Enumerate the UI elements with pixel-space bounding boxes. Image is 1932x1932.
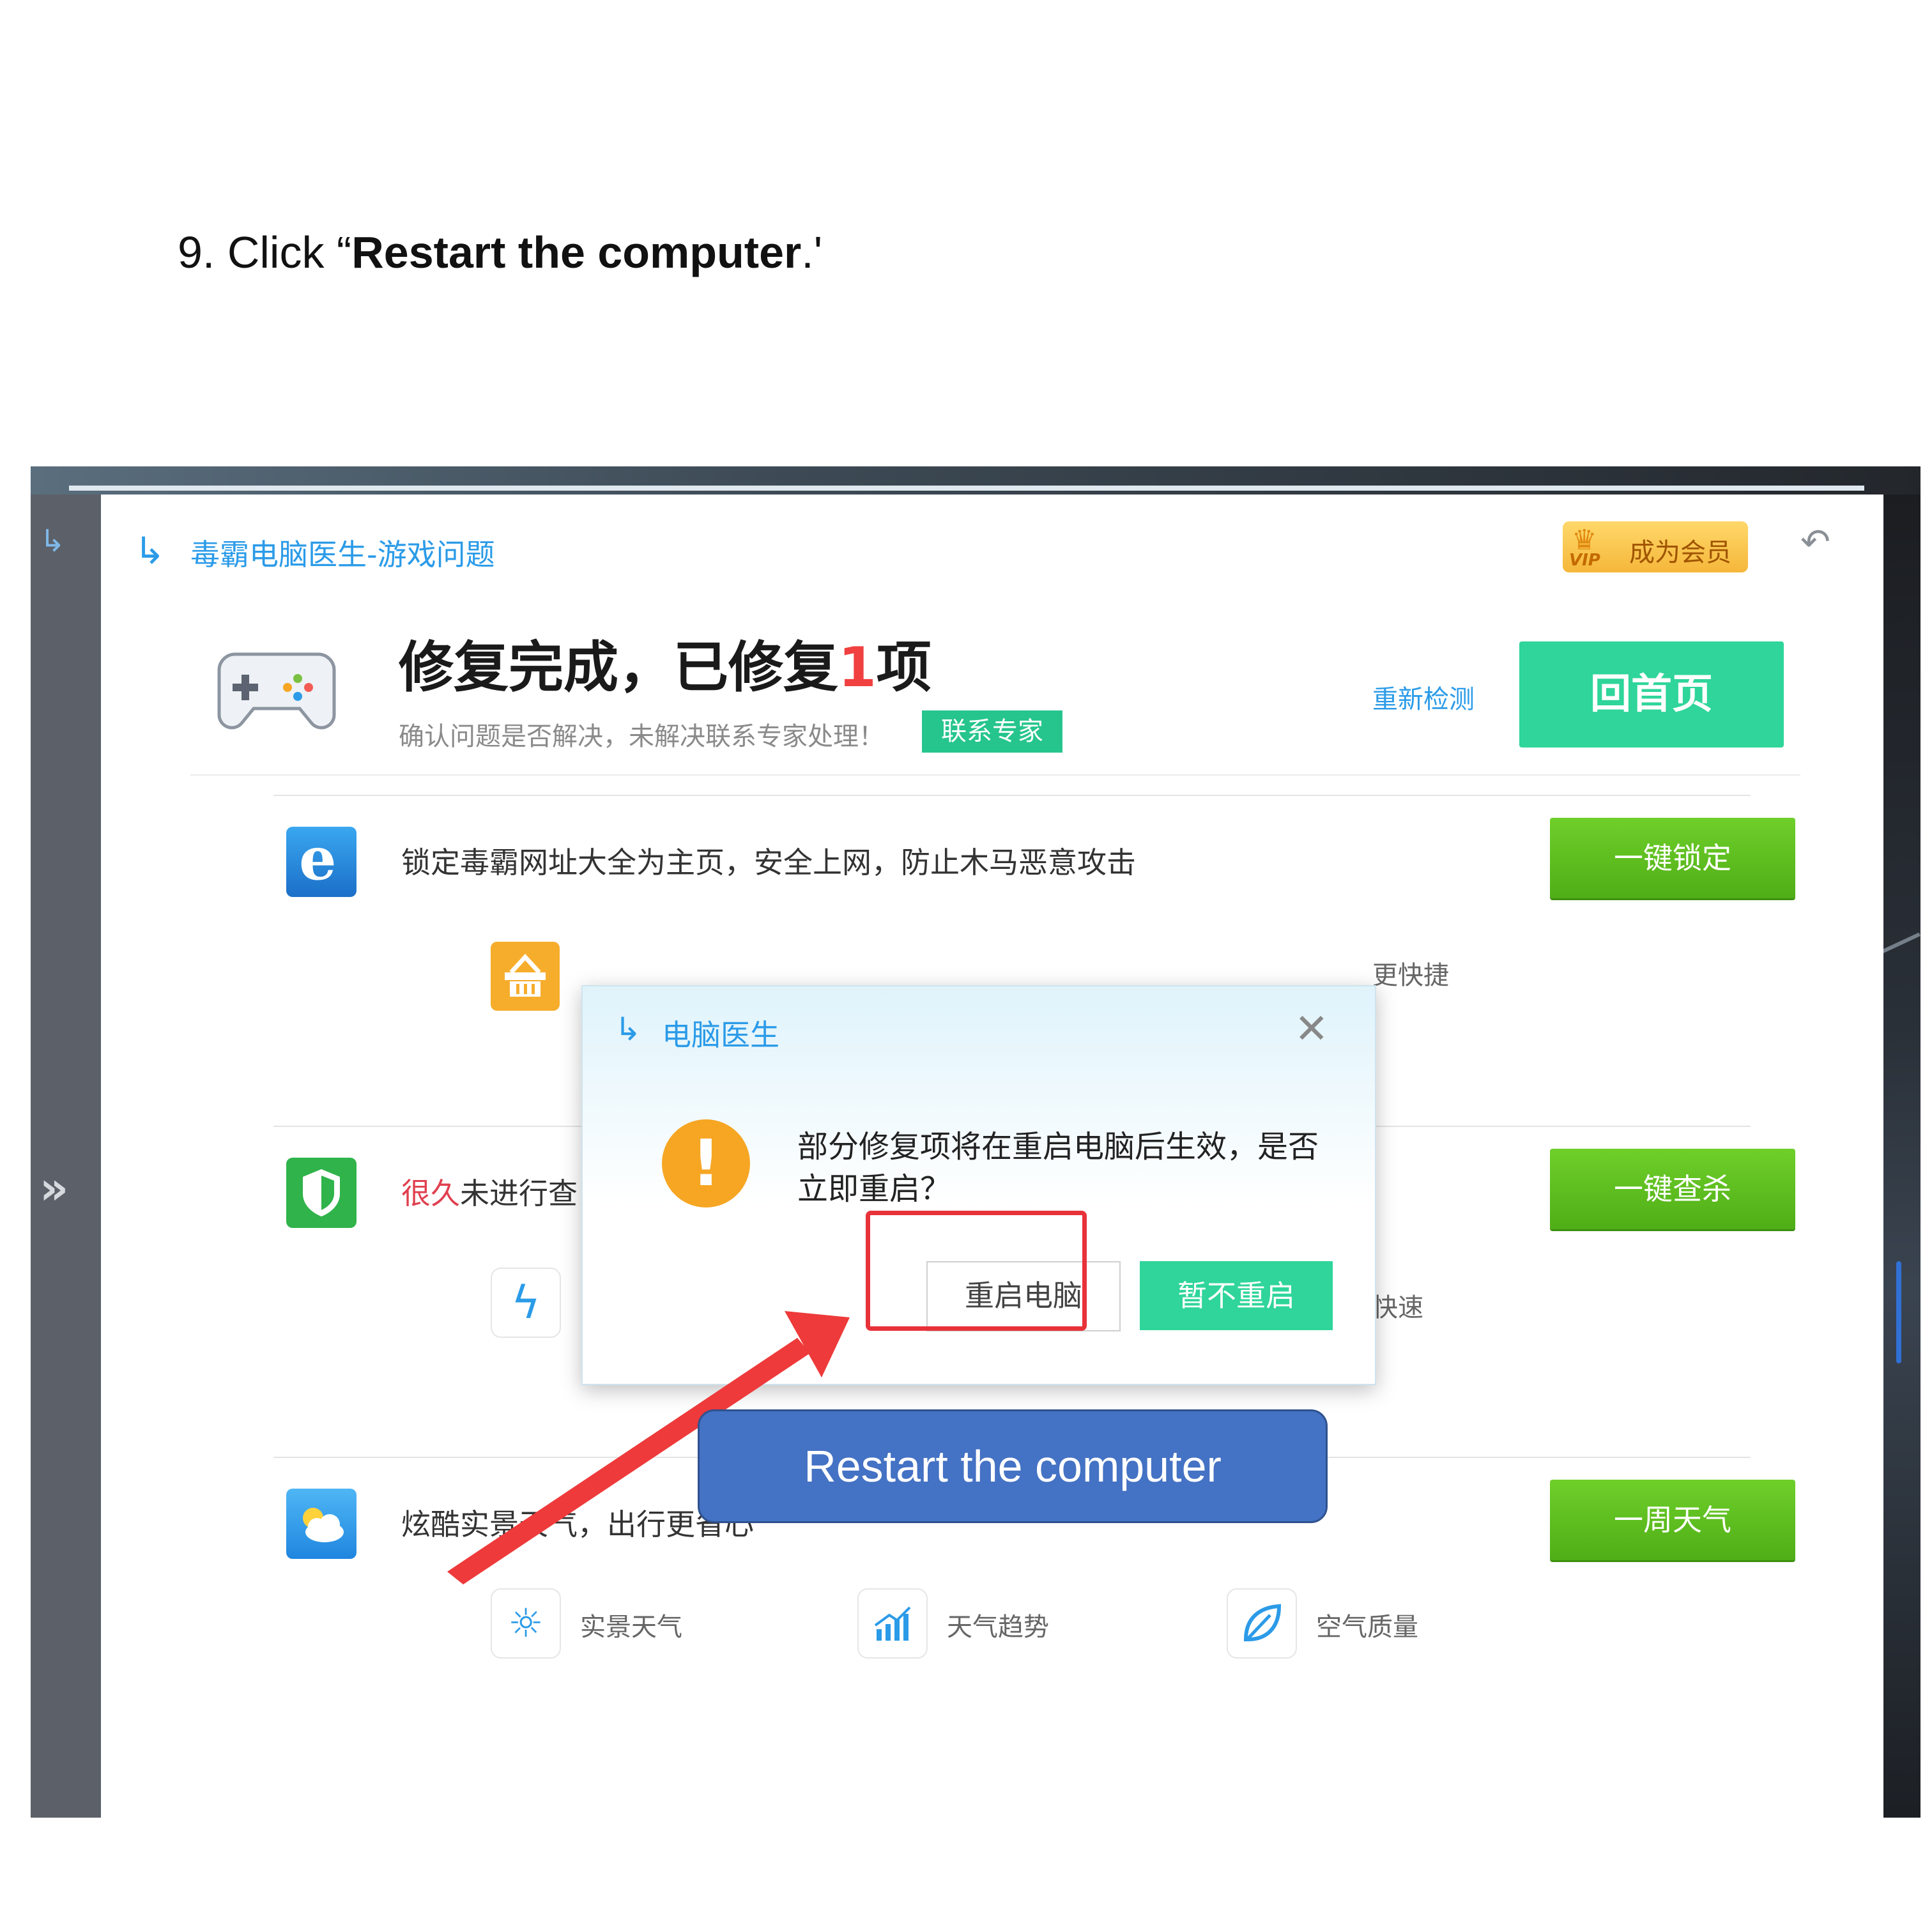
air-quality-label[interactable]: 空气质量	[1316, 1606, 1418, 1643]
expand-sidebar-icon[interactable]: »	[40, 1162, 68, 1215]
leaf-icon[interactable]	[1227, 1588, 1297, 1659]
weather-trend-label[interactable]: 天气趋势	[947, 1606, 1049, 1643]
row-lock-homepage-text: 锁定毒霸网址大全为主页，安全上网，防止木马恶意攻击	[401, 845, 1136, 880]
recheck-link[interactable]: 重新检测	[1372, 678, 1475, 716]
lightning-icon: ϟ	[491, 1268, 561, 1338]
vip-badge: VIP	[1569, 551, 1600, 570]
weather-live-label[interactable]: 实景天气	[580, 1606, 682, 1643]
weather-cloud-icon	[286, 1489, 356, 1559]
trend-chart-icon[interactable]	[857, 1588, 928, 1659]
contact-expert-button[interactable]: 联系专家	[922, 710, 1062, 753]
stethoscope-icon: ↳	[40, 523, 66, 559]
stethoscope-icon: ↳	[134, 529, 165, 572]
shield-icon	[286, 1158, 356, 1228]
divider	[190, 774, 1800, 776]
basket-icon	[491, 942, 560, 1011]
row-feature-peek: 更快捷	[1372, 961, 1449, 990]
instruction-text: 9. Click “Restart the computer.'	[178, 227, 823, 277]
stethoscope-icon: ↳	[615, 1011, 641, 1048]
sun-icon[interactable]: ☼	[491, 1588, 561, 1659]
become-member-button[interactable]: ♛ VIP 成为会员	[1563, 521, 1748, 572]
row-virus-scan-text: 很久未进行查	[401, 1176, 578, 1211]
close-icon[interactable]: ✕	[1294, 1006, 1329, 1053]
home-button[interactable]: 回首页	[1519, 641, 1784, 747]
dialog-title: 电脑医生	[662, 1018, 779, 1052]
weekly-weather-button[interactable]: 一周天气	[1550, 1480, 1795, 1560]
divider	[273, 795, 1751, 796]
window-top-edge	[69, 486, 1864, 491]
highlight-box	[866, 1211, 1087, 1331]
ie-icon: e	[286, 824, 356, 897]
virus-scan-button[interactable]: 一键查杀	[1550, 1149, 1795, 1229]
repair-result-headline: 修复完成，已修复1项	[399, 636, 931, 700]
dialog-message: 部分修复项将在重启电脑后生效，是否立即重启？	[797, 1129, 1319, 1207]
undo-icon[interactable]: ↶	[1800, 521, 1830, 563]
gamepad-icon	[217, 652, 336, 730]
lock-homepage-button[interactable]: 一键锁定	[1550, 818, 1795, 898]
app-window: ↳ 毒霸电脑医生-游戏问题 ♛ VIP 成为会员 ↶ 修复完成，已修复1项 确认…	[101, 494, 1883, 1818]
restart-later-button[interactable]: 暂不重启	[1140, 1261, 1333, 1330]
row-feature-peek: 快速	[1372, 1293, 1423, 1322]
app-title: 毒霸电脑医生-游戏问题	[190, 537, 495, 572]
sidebar: ↳ »	[31, 494, 101, 1818]
repair-subtitle: 确认问题是否解决，未解决联系专家处理！	[399, 722, 884, 751]
vip-label: 成为会员	[1629, 538, 1731, 567]
screenshot-frame: ↳ » ↳ 毒霸电脑医生-游戏问题 ♛ VIP 成为会员 ↶ 修复完成，已修复1…	[31, 466, 1920, 1818]
warning-icon: !	[662, 1119, 750, 1208]
callout-label: Restart the computer	[698, 1409, 1328, 1523]
